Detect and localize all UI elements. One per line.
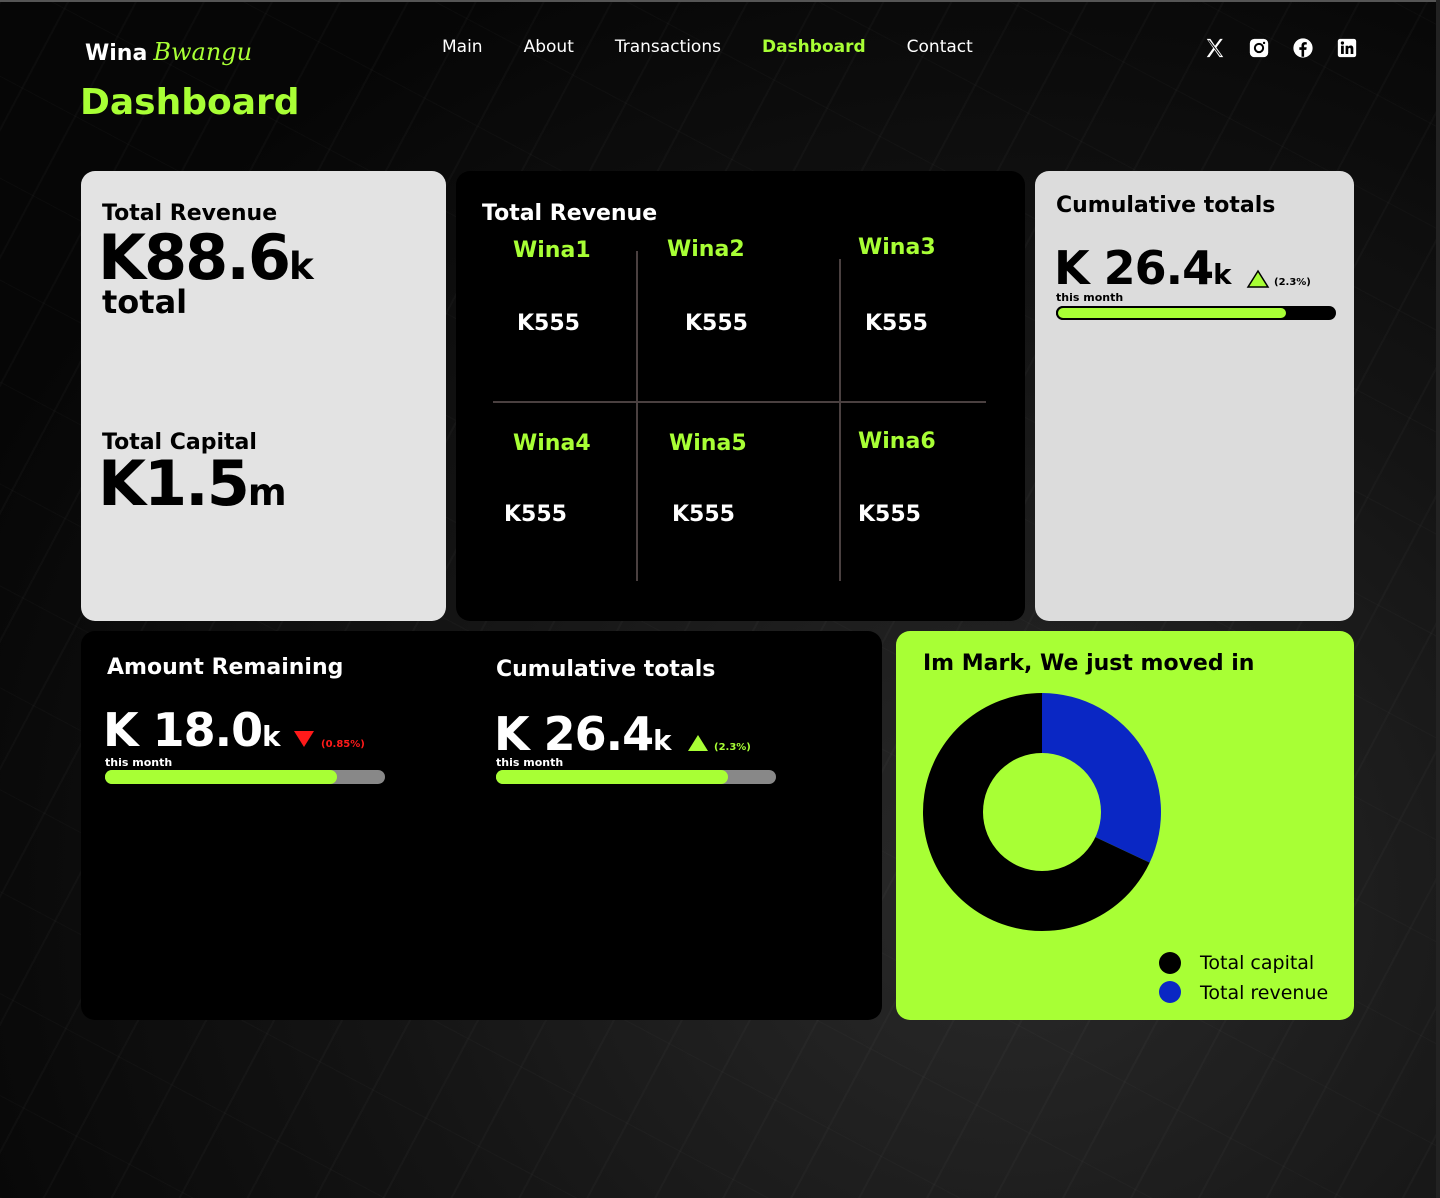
page-title: Dashboard xyxy=(80,82,300,123)
donut-chart xyxy=(923,693,1161,931)
bottom-cumulative-title: Cumulative totals xyxy=(496,657,716,682)
bottom-cumulative-period: this month xyxy=(496,756,564,769)
nav-about[interactable]: About xyxy=(524,37,574,57)
grid-divider-v2 xyxy=(839,259,841,581)
nav-contact[interactable]: Contact xyxy=(907,37,973,57)
remaining-title: Amount Remaining xyxy=(107,655,344,680)
revenue-capital-card: Total Revenue K88.6k total Total Capital… xyxy=(81,171,446,621)
total-capital-value: K1.5m xyxy=(98,447,287,520)
cumulative-progress-track xyxy=(1056,306,1336,320)
window-top-edge xyxy=(0,0,1440,2)
grid-divider-v1 xyxy=(636,251,638,581)
wina6-value: K555 xyxy=(858,502,921,527)
x-icon[interactable] xyxy=(1204,37,1226,59)
remaining-value: K 18.0k xyxy=(103,703,281,757)
wina3-value: K555 xyxy=(865,311,928,336)
brand-logo[interactable]: Wina Bwangu xyxy=(85,38,252,66)
brand-second: Bwangu xyxy=(153,38,253,66)
legend-dot-total-capital xyxy=(1159,952,1181,974)
wina5-value: K555 xyxy=(672,502,735,527)
trend-down-icon xyxy=(294,731,314,747)
trend-up-icon xyxy=(1246,269,1270,288)
nav-transactions[interactable]: Transactions xyxy=(615,37,721,57)
cumulative-value: K 26.4k xyxy=(1054,241,1232,295)
wina-revenue-grid-card: Total Revenue Wina1 K555 Wina2 K555 Wina… xyxy=(456,171,1025,621)
remaining-cumulative-card: Amount Remaining K 18.0k (0.85%) this mo… xyxy=(81,631,882,1020)
wina1-value: K555 xyxy=(517,311,580,336)
remaining-progress-fill xyxy=(105,770,338,784)
donut-hole xyxy=(983,753,1101,871)
legend-label-total-revenue: Total revenue xyxy=(1200,982,1329,1004)
legend-dot-total-revenue xyxy=(1159,981,1181,1003)
grid-divider-h xyxy=(493,401,986,403)
window-right-edge xyxy=(1436,0,1440,1198)
wina2-name: Wina2 xyxy=(667,237,745,262)
wina2-value: K555 xyxy=(685,311,748,336)
cumulative-period: this month xyxy=(1056,291,1124,304)
brand-first: Wina xyxy=(85,41,148,66)
total-revenue-suffix: total xyxy=(102,283,188,321)
donut-chart-card: Im Mark, We just moved in Total capital … xyxy=(896,631,1354,1020)
wina1-name: Wina1 xyxy=(513,238,591,263)
remaining-period: this month xyxy=(105,756,173,769)
wina4-name: Wina4 xyxy=(513,431,591,456)
remaining-progress-track xyxy=(105,770,385,784)
cumulative-totals-card: Cumulative totals K 26.4k (2.3%) this mo… xyxy=(1035,171,1354,621)
wina5-name: Wina5 xyxy=(669,431,747,456)
chart-title: Im Mark, We just moved in xyxy=(923,651,1255,676)
legend-label-total-capital: Total capital xyxy=(1200,952,1315,974)
wina3-name: Wina3 xyxy=(858,235,936,260)
bottom-cumulative-change: (2.3%) xyxy=(714,742,751,753)
linkedin-icon[interactable] xyxy=(1336,37,1358,59)
bottom-cumulative-value: K 26.4k xyxy=(494,707,672,761)
main-nav: Main About Transactions Dashboard Contac… xyxy=(442,37,973,57)
nav-dashboard[interactable]: Dashboard xyxy=(762,37,866,57)
wina6-name: Wina6 xyxy=(858,429,936,454)
social-links xyxy=(1204,37,1358,59)
cumulative-change: (2.3%) xyxy=(1274,277,1311,288)
facebook-icon[interactable] xyxy=(1292,37,1314,59)
cumulative-title: Cumulative totals xyxy=(1056,193,1276,218)
instagram-icon[interactable] xyxy=(1248,37,1270,59)
remaining-change: (0.85%) xyxy=(321,739,365,750)
bottom-cumulative-progress-track xyxy=(496,770,776,784)
bottom-cumulative-progress-fill xyxy=(496,770,729,784)
cumulative-progress-fill xyxy=(1056,306,1289,320)
grid-title: Total Revenue xyxy=(482,201,658,226)
wina4-value: K555 xyxy=(504,502,567,527)
nav-main[interactable]: Main xyxy=(442,37,483,57)
trend-up-icon xyxy=(688,735,708,751)
